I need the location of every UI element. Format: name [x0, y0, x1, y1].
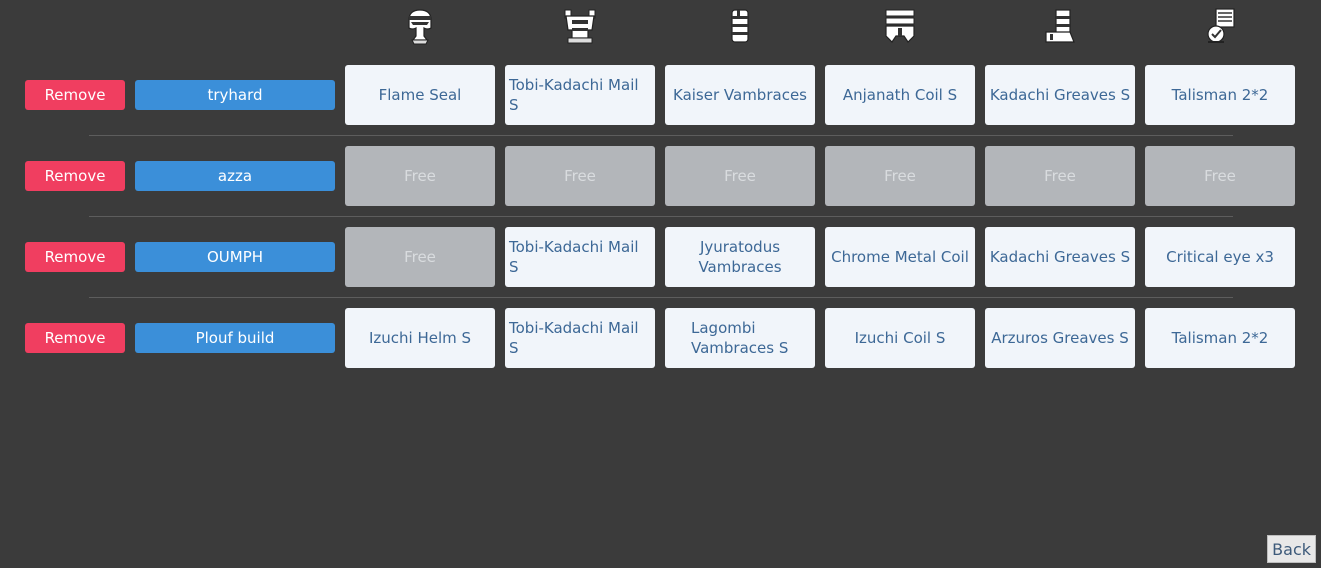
remove-button[interactable]: Remove	[25, 161, 125, 191]
build-name-button[interactable]: azza	[135, 161, 335, 191]
back-button[interactable]: Back	[1267, 535, 1316, 563]
row-divider	[89, 297, 1233, 298]
slot-charm[interactable]: Critical eye x3	[1145, 227, 1295, 287]
remove-button[interactable]: Remove	[25, 323, 125, 353]
slot-waist[interactable]: Izuchi Coil S	[825, 308, 975, 368]
remove-button[interactable]: Remove	[25, 242, 125, 272]
slot-chest[interactable]: Free	[505, 146, 655, 206]
build-name-button[interactable]: OUMPH	[135, 242, 335, 272]
slot-chest[interactable]: Tobi-Kadachi Mail S	[505, 65, 655, 125]
greaves-icon	[1040, 6, 1080, 46]
chest-armor-icon	[560, 6, 600, 46]
slot-helm[interactable]: Flame Seal	[345, 65, 495, 125]
slot-legs[interactable]: Free	[985, 146, 1135, 206]
build-row-plouf-build: Remove Plouf build Izuchi Helm S Tobi-Ka…	[0, 308, 1321, 368]
build-row-tryhard: Remove tryhard Flame Seal Tobi-Kadachi M…	[0, 65, 1321, 125]
slot-helm[interactable]: Free	[345, 146, 495, 206]
row-divider	[89, 216, 1233, 217]
slot-helm[interactable]: Izuchi Helm S	[345, 308, 495, 368]
slot-legs[interactable]: Kadachi Greaves S	[985, 227, 1135, 287]
slot-legs[interactable]: Arzuros Greaves S	[985, 308, 1135, 368]
slot-charm[interactable]: Talisman 2*2	[1145, 308, 1295, 368]
slot-chest[interactable]: Tobi-Kadachi Mail S	[505, 308, 655, 368]
remove-button[interactable]: Remove	[25, 80, 125, 110]
slot-helm[interactable]: Free	[345, 227, 495, 287]
slot-waist[interactable]: Free	[825, 146, 975, 206]
slot-legs[interactable]: Kadachi Greaves S	[985, 65, 1135, 125]
helm-icon	[400, 6, 440, 46]
slot-arms[interactable]: Kaiser Vambraces	[665, 65, 815, 125]
slot-charm[interactable]: Free	[1145, 146, 1295, 206]
slot-arms[interactable]: Lagombi Vambraces S	[665, 308, 815, 368]
build-name-button[interactable]: tryhard	[135, 80, 335, 110]
build-row-azza: Remove azza Free Free Free Free Free Fre…	[0, 146, 1321, 206]
build-row-oumph: Remove OUMPH Free Tobi-Kadachi Mail S Jy…	[0, 227, 1321, 287]
slot-chest[interactable]: Tobi-Kadachi Mail S	[505, 227, 655, 287]
row-divider	[89, 135, 1233, 136]
build-name-button[interactable]: Plouf build	[135, 323, 335, 353]
slot-arms[interactable]: Jyuratodus Vambraces	[665, 227, 815, 287]
slot-waist[interactable]: Chrome Metal Coil	[825, 227, 975, 287]
slot-charm[interactable]: Talisman 2*2	[1145, 65, 1295, 125]
slot-arms[interactable]: Free	[665, 146, 815, 206]
waist-coil-icon	[880, 6, 920, 46]
talisman-icon	[1200, 6, 1240, 46]
gauntlet-icon	[720, 6, 760, 46]
slot-waist[interactable]: Anjanath Coil S	[825, 65, 975, 125]
